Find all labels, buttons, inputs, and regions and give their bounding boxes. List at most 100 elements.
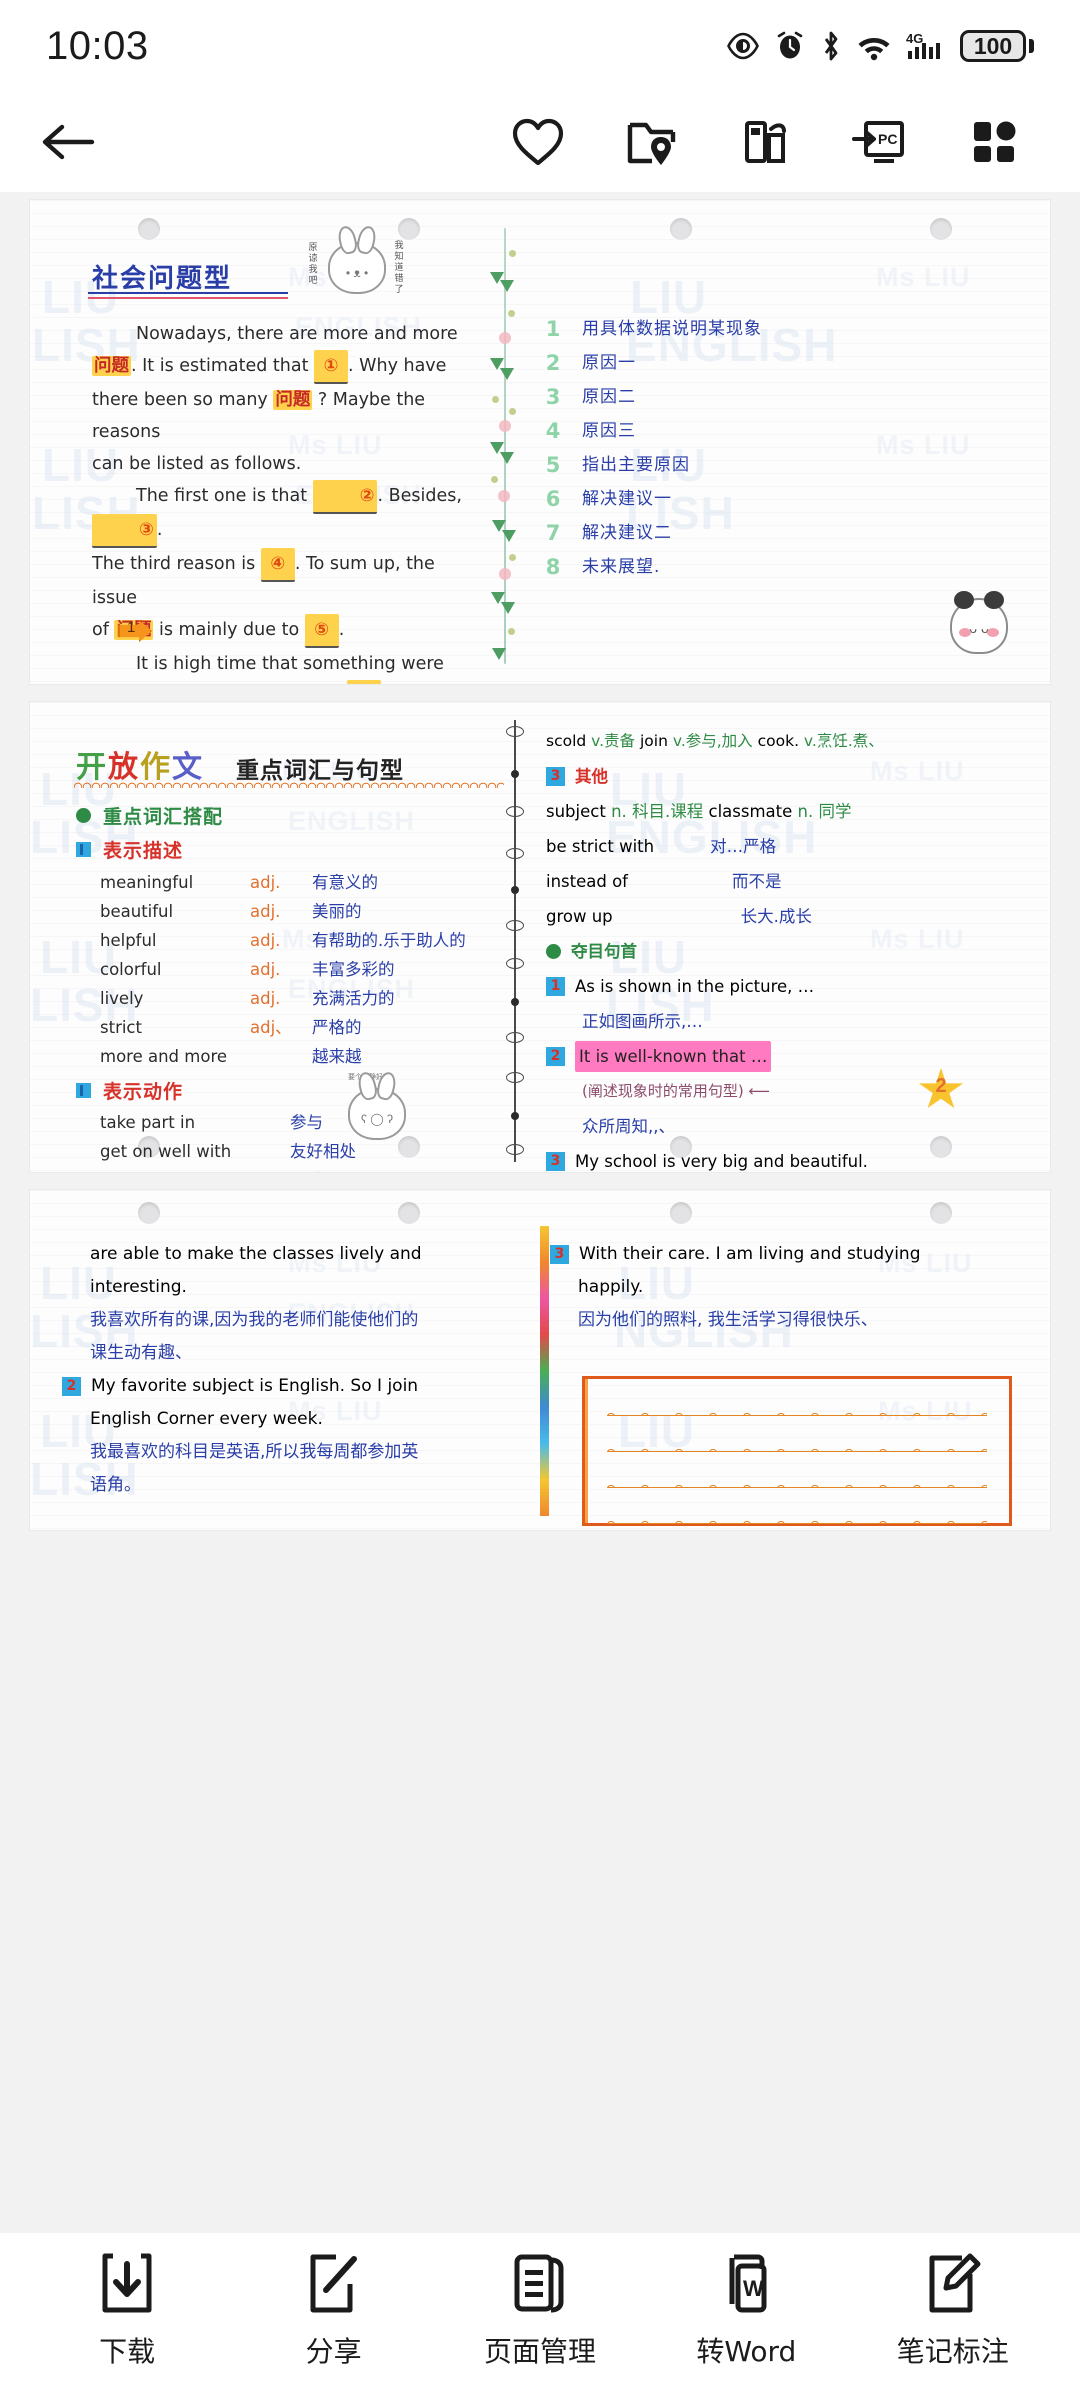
vocab-pos: adj. xyxy=(250,902,281,921)
document-viewer[interactable]: LIU LISH Ms LIU ENGLISH LIU LISH Ms LIU … xyxy=(0,192,1080,2233)
section-describe-heading: 表示描述 xyxy=(76,836,183,863)
note-annotate-label: 笔记标注 xyxy=(896,2334,1009,2368)
green-dot-icon xyxy=(546,944,561,959)
section-number: 3 xyxy=(546,767,565,786)
back-button[interactable] xyxy=(40,119,130,165)
page2-title: 开放作文 xyxy=(76,742,204,786)
favorite-button[interactable] xyxy=(506,110,570,174)
download-icon xyxy=(99,2252,155,2314)
page1-outline-legend: 1 用具体数据说明某现象 2 原因一 3 原因二 4 原因三 5 指出主要原因 … xyxy=(542,312,1012,584)
vocab-en: strict xyxy=(100,1018,142,1037)
more-grid-button[interactable] xyxy=(962,110,1026,174)
vocab-en: helpful xyxy=(100,931,157,950)
legend-number: 2 xyxy=(545,351,561,375)
vocab-row: make a mistake 犯错 xyxy=(100,1166,373,1172)
vocab-en: meaningful xyxy=(100,873,194,892)
download-label: 下载 xyxy=(99,2334,156,2368)
sentence-en: As is shown in the picture, … xyxy=(575,977,815,996)
sentence-en: My favorite subject is English. So I joi… xyxy=(91,1376,419,1396)
vocab-row: meaningful adj. 有意义的 xyxy=(100,868,466,897)
right-line: subject n. 科目.课程 classmate n. 同学 xyxy=(546,802,852,821)
page1-essay-body: Nowadays, there are more and more 问题. It… xyxy=(92,318,482,684)
vocab-cn: 美丽的 xyxy=(312,902,362,921)
vocab-cn: 越来越 xyxy=(312,1047,362,1066)
vocab-en: colorful xyxy=(100,960,162,979)
wifi-icon xyxy=(858,38,890,61)
vocab-en: take part in xyxy=(100,1113,196,1132)
svg-text:W: W xyxy=(743,2276,764,2301)
right-line: instead of 而不是 xyxy=(546,872,782,891)
sticker-text-right: 我知道错了 xyxy=(394,240,404,294)
legend-item: 7 解决建议二 xyxy=(542,516,1012,550)
document-page-2[interactable]: LIU LISH Ms LIU ENGLISH LIU LISH Ms LIU … xyxy=(30,702,1050,1172)
sentence-en-highlighted: It is well-known that … xyxy=(575,1041,772,1072)
convert-to-word-button[interactable]: W 转Word xyxy=(656,2252,836,2370)
legend-text: 原因三 xyxy=(582,421,636,441)
panda-sticker-icon: ᴗ ᴗ xyxy=(950,591,1008,654)
folder-location-icon xyxy=(627,122,676,165)
vocab-cn: 有意义的 xyxy=(312,873,378,892)
title-underline-squiggle xyxy=(74,781,504,788)
vocab-row: helpful adj. 有帮助的.乐于助人的 xyxy=(100,926,466,955)
convert-to-word-label: 转Word xyxy=(696,2334,797,2368)
legend-item: 6 解决建议一 xyxy=(542,482,1012,516)
answer-writing-box xyxy=(582,1376,1012,1526)
vocab-en: beautiful xyxy=(100,902,174,921)
send-to-pc-button[interactable]: PC xyxy=(848,110,912,174)
sentence-cn: 课生动有趣、 xyxy=(90,1343,192,1363)
vocab-pos: adj. xyxy=(250,931,281,950)
legend-item: 4 原因三 xyxy=(542,414,1012,448)
document-page-1[interactable]: LIU LISH Ms LIU ENGLISH LIU LISH Ms LIU … xyxy=(30,200,1050,684)
status-time: 10:03 xyxy=(46,23,149,68)
vocab-cn: 充满活力的 xyxy=(312,989,395,1008)
sentence-cn: 众所周知,,、 xyxy=(582,1117,675,1136)
bunny-sticker-icon: ʕ ◯ ʔ xyxy=(348,1088,406,1140)
top-toolbar: PC xyxy=(0,92,1080,192)
right-line: grow up 长大.成长 xyxy=(546,907,812,926)
battery-level: 100 xyxy=(973,32,1013,59)
vocab-en: make a mistake xyxy=(100,1166,290,1172)
vocab-cn: 丰富多彩的 xyxy=(312,960,395,979)
blue-square-bullet-icon xyxy=(76,1083,91,1098)
share-button[interactable]: 分享 xyxy=(244,2252,424,2370)
sticker-text-left: 原谅我吧 xyxy=(308,242,318,285)
legend-item: 1 用具体数据说明某现象 xyxy=(542,312,1012,346)
vocab-cn: 参与 xyxy=(290,1113,323,1132)
vocab-en: more and more xyxy=(100,1047,228,1066)
legend-text: 原因二 xyxy=(582,387,636,407)
sentence-cn: 我最喜欢的科目是英语,所以我每周都参加英 xyxy=(90,1442,419,1462)
download-button[interactable]: 下载 xyxy=(37,2252,217,2370)
document-page-3[interactable]: LIU LISH Ms LIU ENGLISH LIU LISH Ms LIU … xyxy=(30,1190,1050,1530)
legend-number: 4 xyxy=(545,419,561,443)
page-title: 社会问题型 xyxy=(92,264,233,294)
sentence-cn: 因为他们的照料, 我生活学习得很快乐、 xyxy=(578,1310,878,1330)
back-arrow-icon xyxy=(42,124,95,160)
flip-page-button[interactable] xyxy=(734,110,798,174)
vocab-pos: adj. xyxy=(250,873,281,892)
legend-item: 2 原因一 xyxy=(542,346,1012,380)
title-char-1: 开 xyxy=(76,750,108,785)
legend-text: 解决建议二 xyxy=(582,523,672,543)
rainbow-divider-decoration xyxy=(540,1226,549,1516)
right-section-opening: 夺目句首 xyxy=(546,936,1046,967)
item-number: 2 xyxy=(546,1047,565,1066)
legend-item: 5 指出主要原因 xyxy=(542,448,1012,482)
move-to-folder-button[interactable] xyxy=(620,110,684,174)
right-line: 2 It is well-known that … xyxy=(546,1041,1046,1072)
right-line: be strict with 对…严格 xyxy=(546,837,777,856)
item-number: 2 xyxy=(62,1377,81,1396)
sentence-en: happily. xyxy=(578,1277,644,1297)
vocab-row: lively adj. 充满活力的 xyxy=(100,984,466,1013)
legend-number: 8 xyxy=(545,555,561,579)
blue-square-bullet-icon xyxy=(76,842,91,857)
note-annotate-button[interactable]: 笔记标注 xyxy=(863,2252,1043,2370)
svg-text:4G: 4G xyxy=(906,31,923,46)
title-char-3: 作 xyxy=(140,750,172,785)
item-number: 3 xyxy=(546,1152,565,1171)
heart-icon xyxy=(512,118,564,166)
legend-number: 1 xyxy=(545,317,561,341)
right-section-other: 3 其他 xyxy=(546,761,1046,792)
page-manage-button[interactable]: 页面管理 xyxy=(450,2252,630,2370)
battery-icon: 100 xyxy=(960,30,1034,62)
legend-item: 3 原因二 xyxy=(542,380,1012,414)
